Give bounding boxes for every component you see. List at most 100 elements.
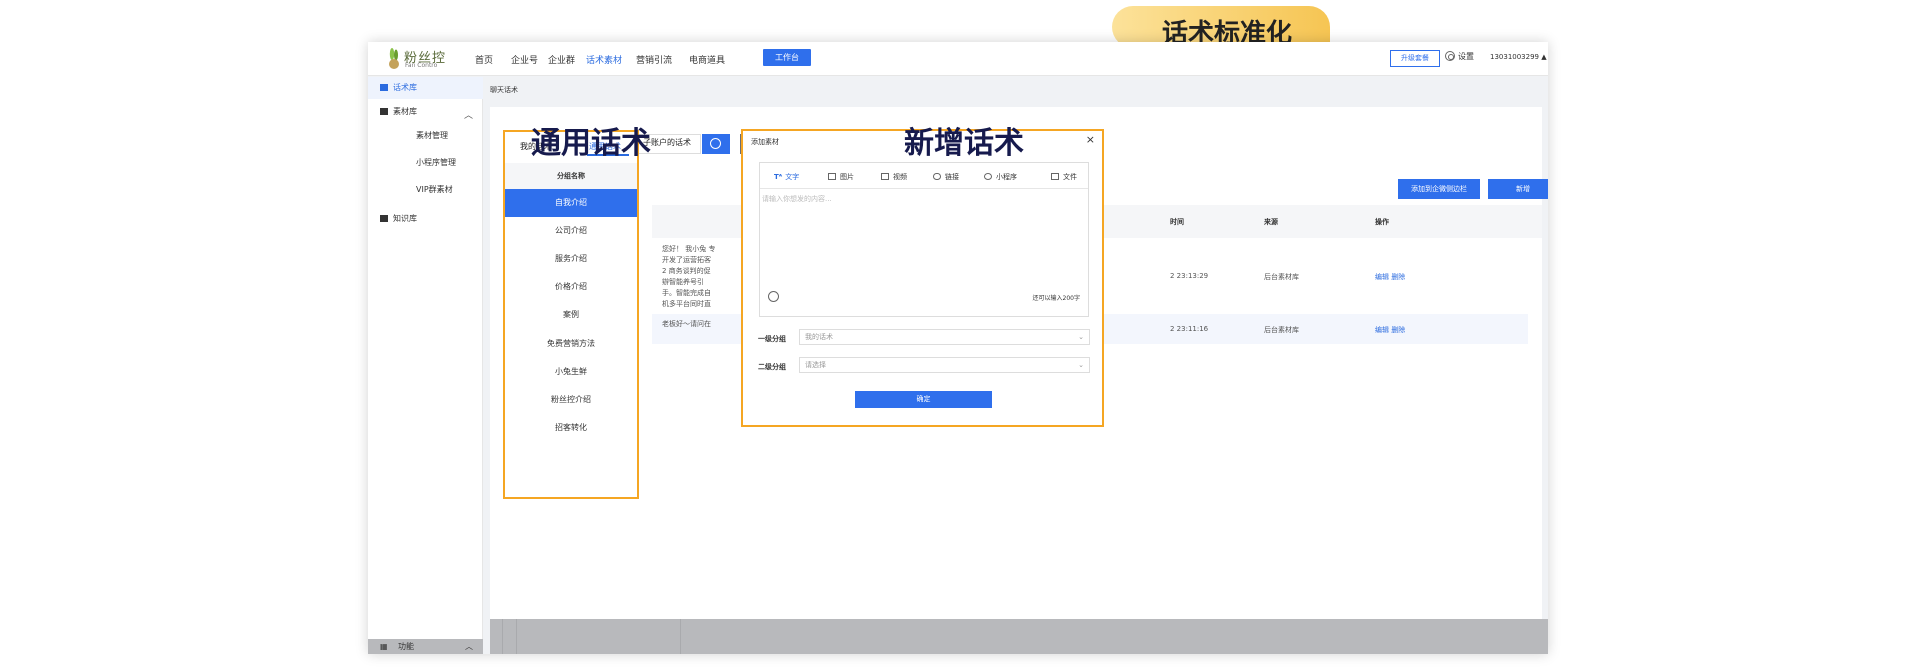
row-edit-delete-links[interactable]: 编辑 删除 [1375,325,1405,335]
settings-button[interactable]: 设置 [1445,51,1474,62]
video-icon [881,173,889,180]
group-item-cases[interactable]: 案例 [505,301,637,329]
row-source: 后台素材库 [1264,273,1299,281]
level2-group-select[interactable]: 请选择 ⌄ [799,357,1090,373]
workbench-button[interactable]: 工作台 [763,49,811,66]
logo-subtext: Fan Contro [405,62,438,69]
editor-placeholder: 请输入你想发的内容... [762,195,832,203]
divider [516,619,517,654]
image-icon [828,173,836,180]
row-time: 2 23:11:16 [1170,325,1209,333]
miniprogram-icon [984,173,992,180]
annotation-general-scripts: 通用话术 [531,126,651,161]
sidebar-item-label: 素材管理 [416,131,448,140]
divider [502,619,503,654]
tool-label: 小程序 [996,173,1017,181]
group-item-fresh-food[interactable]: 小兔生鲜 [505,358,637,386]
nav-enterprise-account[interactable]: 企业号 [511,53,538,66]
nav-marketing[interactable]: 营销引流 [636,53,672,66]
group-item-free-marketing[interactable]: 免费营销方法 [505,330,637,358]
sidebar-item-vip-group-material[interactable]: VIP群素材 [368,179,483,201]
chevron-down-icon: ⌄ [1078,361,1084,369]
row-content-line: 开发了运营拓客 [662,256,711,264]
add-to-wecom-sidebar-button[interactable]: 添加到企微侧边栏 [1398,179,1480,199]
group-item-self-intro[interactable]: 自我介绍 [505,189,637,217]
nav-scripts[interactable]: 话术素材 [586,53,622,66]
row-time: 2 23:13:29 [1170,272,1209,280]
group-list-panel: 我的话术 通用话术 分组名称 自我介绍 公司介绍 服务介绍 价格介绍 案例 免费… [503,130,639,499]
annotation-add-script: 新增话术 [904,126,1024,161]
tool-text[interactable]: Tᴬ 文字 [774,172,799,182]
row-source: 后台素材库 [1264,326,1299,334]
bottom-bar [490,619,1548,654]
logo[interactable]: 粉丝控 Fan Contro [386,46,446,72]
group-item-price-intro[interactable]: 价格介绍 [505,273,637,301]
close-icon[interactable]: × [1086,133,1095,146]
column-actions: 操作 [1375,218,1389,226]
select-value: 我的话术 [805,333,833,341]
sidebar-item-miniprogram-management[interactable]: 小程序管理 [368,152,483,174]
search-button[interactable] [702,134,730,154]
level1-group-label: 一级分组 [758,335,786,343]
tool-image[interactable]: 图片 [828,172,854,182]
group-item-customer-conversion[interactable]: 招客转化 [505,414,637,442]
row-content-line: 老板好～请问在 [662,320,711,328]
sidebar: 话术库 素材库 ︿ 素材管理 小程序管理 VIP群素材 知识库 ▦ 功能 ︿ [368,77,483,654]
sidebar-item-label: 素材库 [393,107,417,116]
row-content-line: 辦智能养号引 [662,278,704,286]
chevron-up-icon: ︿ [465,642,473,651]
content-editor[interactable]: Tᴬ 文字 图片 视频 链接 小程序 文件 请输入你想发的内容... 还可以输入2… [759,162,1089,317]
nav-home[interactable]: 首页 [475,53,493,66]
folder-icon [1051,173,1059,180]
row-content-line: 2 商务谈判的促 [662,267,711,275]
group-item-fan-control-intro[interactable]: 粉丝控介绍 [505,386,637,414]
account-menu[interactable]: 13031003299 ▲ [1490,53,1547,61]
sidebar-item-label: 知识库 [393,214,417,223]
sidebar-item-script-library[interactable]: 话术库 [368,77,483,99]
confirm-button[interactable]: 确定 [855,391,992,408]
add-material-dialog: 添加素材 × Tᴬ 文字 图片 视频 链接 小程序 文件 请输入你想发的内容...… [741,129,1104,427]
gear-icon [1445,51,1455,61]
tool-label: 文件 [1063,173,1077,181]
top-navigation: 粉丝控 Fan Contro 首页 企业号 企业群 话术素材 营销引流 电商道具… [368,42,1548,76]
sidebar-footer-label: 功能 [398,642,414,651]
list-icon [380,84,388,91]
upgrade-button[interactable]: 升级套餐 [1390,50,1440,67]
sidebar-footer[interactable]: ▦ 功能 ︿ [368,639,483,654]
sidebar-item-material-library[interactable]: 素材库 ︿ [368,101,483,123]
tool-label: 链接 [945,173,959,181]
dialog-title: 添加素材 [751,138,779,146]
sidebar-item-label: 话术库 [393,83,417,92]
tool-link[interactable]: 链接 [933,172,959,182]
sidebar-item-knowledge-base[interactable]: 知识库 [368,208,483,230]
nav-ecommerce-tools[interactable]: 电商道具 [689,53,725,66]
level1-group-select[interactable]: 我的话术 ⌄ [799,329,1090,345]
tool-miniprogram[interactable]: 小程序 [984,172,1017,182]
link-icon [933,173,941,180]
folder-icon [380,108,388,115]
tool-label: 文字 [785,173,800,181]
emoji-icon[interactable] [768,291,779,302]
row-content-line: 手。智能完成自 [662,289,711,297]
search-icon [710,138,721,149]
new-button[interactable]: 新增 [1488,179,1548,199]
sidebar-item-material-management[interactable]: 素材管理 [368,125,483,147]
book-icon [380,215,388,222]
column-source: 来源 [1264,218,1278,226]
tool-file[interactable]: 文件 [1051,172,1077,182]
breadcrumb: 聊天话术 [490,77,1548,103]
row-edit-delete-links[interactable]: 编辑 删除 [1375,272,1405,282]
remaining-chars: 还可以输入200字 [1032,295,1080,302]
tool-video[interactable]: 视频 [881,172,907,182]
group-item-company-intro[interactable]: 公司介绍 [505,217,637,245]
sidebar-item-label: VIP群素材 [416,185,453,194]
group-item-service-intro[interactable]: 服务介绍 [505,245,637,273]
chevron-up-icon: ︿ [463,111,473,121]
level2-group-label: 二级分组 [758,363,786,371]
chevron-down-icon: ⌄ [1078,333,1084,341]
tool-label: 图片 [840,173,854,181]
divider [680,619,681,654]
row-content-line: 机多平台同时直 [662,300,711,308]
nav-enterprise-group[interactable]: 企业群 [548,53,575,66]
select-value: 请选择 [805,361,826,369]
